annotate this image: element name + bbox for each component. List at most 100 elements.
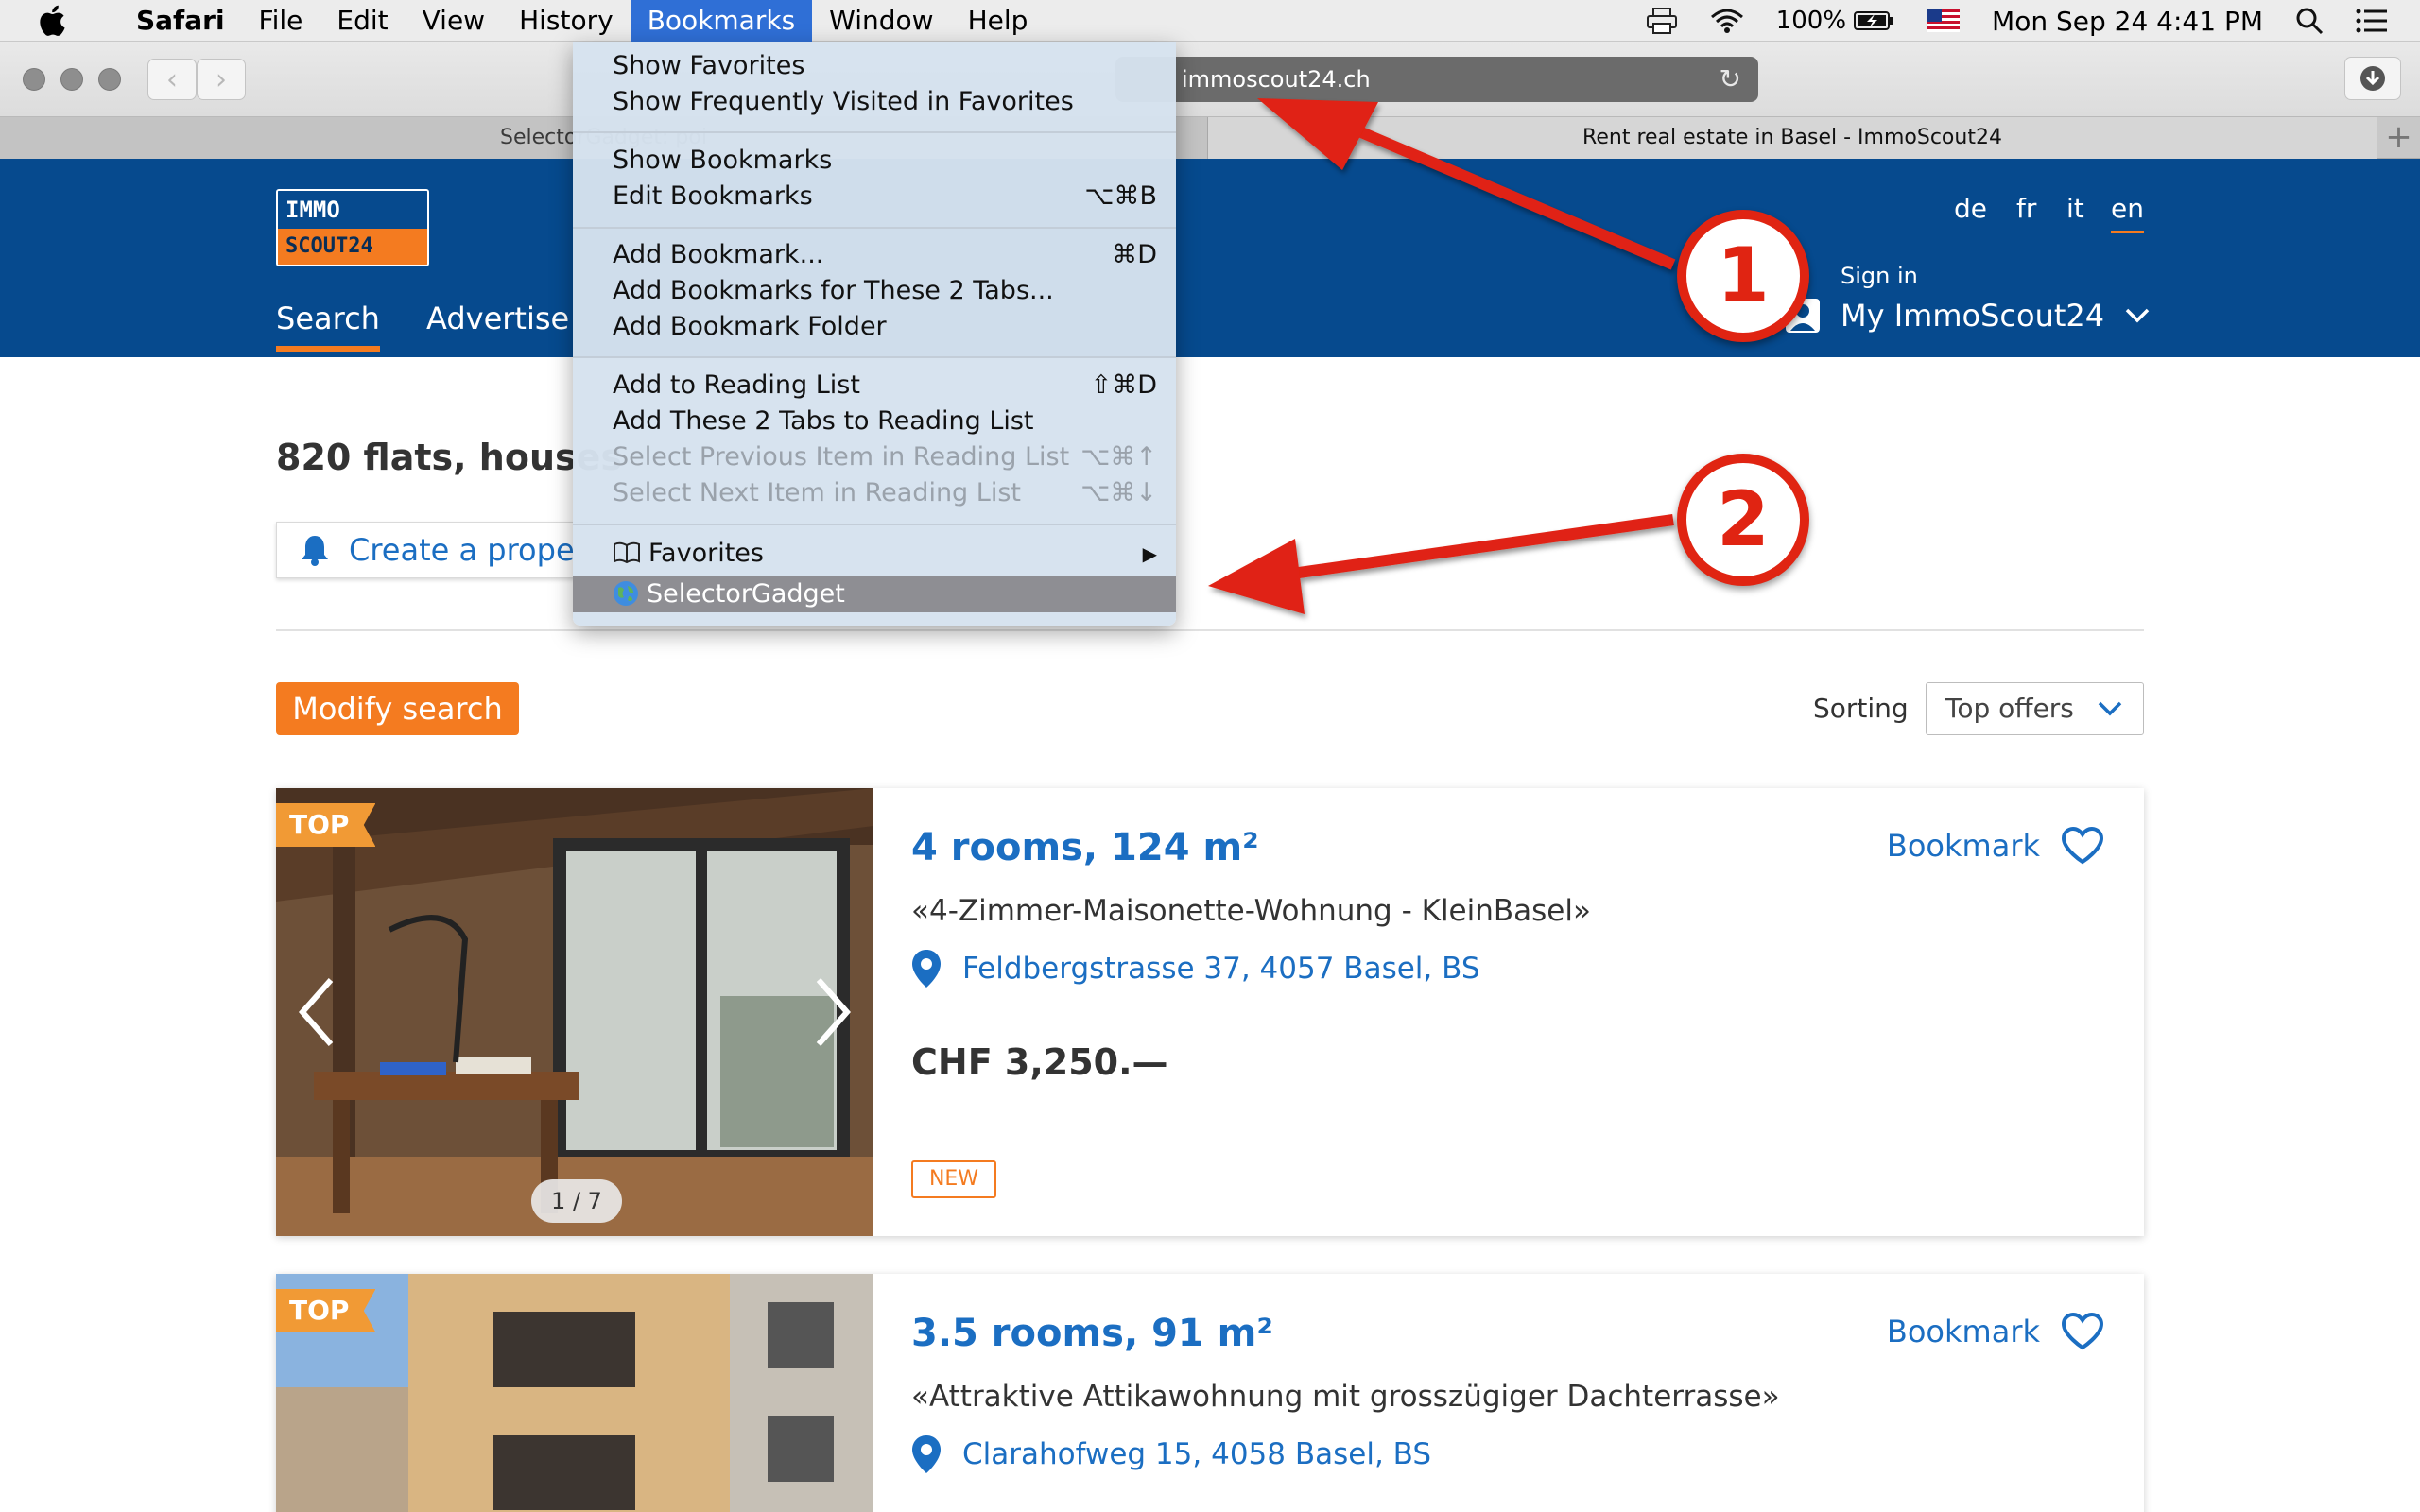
- menu-item-label: Select Next Item in Reading List: [613, 478, 1021, 507]
- sorting-select[interactable]: Top offers: [1926, 682, 2144, 735]
- battery-icon: [1854, 11, 1894, 30]
- menu-window[interactable]: Window: [812, 0, 950, 42]
- nav-advertise[interactable]: Advertise: [426, 301, 569, 336]
- new-tab-button[interactable]: +: [2377, 117, 2420, 159]
- printer-icon[interactable]: [1646, 7, 1678, 35]
- menu-item-shortcut: ⌥⌘↓: [1080, 478, 1157, 507]
- top-badge: TOP: [276, 803, 376, 847]
- address-text: Feldbergstrasse 37, 4057 Basel, BS: [962, 952, 1480, 986]
- menu-item-label: Select Previous Item in Reading List: [613, 442, 1070, 472]
- chevron-right-icon: ›: [216, 62, 227, 96]
- account-menu[interactable]: My ImmoScout24: [1784, 297, 2150, 335]
- annotation-callout-2: 2: [1677, 454, 1809, 586]
- menu-item-show-frequently-visited[interactable]: Show Frequently Visited in Favorites: [613, 85, 1157, 119]
- bookmark-button[interactable]: Bookmark: [1887, 826, 2104, 866]
- listing-title[interactable]: 3.5 rooms, 91 m²: [911, 1312, 1273, 1355]
- menu-edit[interactable]: Edit: [320, 0, 405, 42]
- nav-search[interactable]: Search: [276, 301, 380, 352]
- bookmark-button[interactable]: Bookmark: [1887, 1312, 2104, 1351]
- bookmarks-menu: Show Favorites Show Frequently Visited i…: [573, 42, 1176, 626]
- listing-card[interactable]: TOP 1 / 7 4 rooms, 124 m² «4-Zimmer-Mais…: [276, 788, 2144, 1236]
- us-flag-icon[interactable]: [1927, 9, 1961, 32]
- listing-address[interactable]: Feldbergstrasse 37, 4057 Basel, BS: [911, 949, 1480, 988]
- menu-history[interactable]: History: [502, 0, 631, 42]
- listing-photo-image: [276, 1274, 873, 1512]
- battery-status[interactable]: 100%: [1776, 7, 1895, 35]
- menu-item-show-bookmarks[interactable]: Show Bookmarks: [613, 144, 1157, 178]
- menu-item-shortcut: ⇧⌘D: [1090, 370, 1157, 400]
- bookmark-label: Bookmark: [1886, 828, 2040, 864]
- listing-photo[interactable]: TOP 1 / 7: [276, 788, 873, 1236]
- tab-title: Rent real estate in Basel - ImmoScout24: [1582, 126, 2002, 149]
- downloads-button[interactable]: [2344, 57, 2401, 100]
- photo-next-arrow-icon[interactable]: [809, 974, 856, 1050]
- apple-icon[interactable]: [36, 3, 72, 39]
- wifi-icon[interactable]: [1710, 8, 1744, 34]
- menu-separator: [573, 356, 1176, 358]
- spotlight-search-icon[interactable]: [2295, 7, 2324, 35]
- account-label: My ImmoScout24: [1841, 298, 2105, 334]
- reload-icon[interactable]: ↻: [1720, 57, 1741, 102]
- listing-title[interactable]: 4 rooms, 124 m²: [911, 826, 1259, 869]
- heart-icon: [2061, 1312, 2104, 1350]
- chevron-down-icon: [2125, 308, 2150, 323]
- menu-help[interactable]: Help: [951, 0, 1046, 42]
- menu-separator: [573, 524, 1176, 525]
- window-minimize-button[interactable]: [60, 68, 83, 91]
- menu-item-edit-bookmarks[interactable]: Edit Bookmarks ⌥⌘B: [613, 180, 1157, 214]
- status-area: 100% Mon Sep 24 4:41 PM: [1646, 0, 2420, 42]
- logo-top-text: IMMO: [278, 191, 427, 229]
- sorting-value: Top offers: [1945, 693, 2074, 724]
- listing-subtitle: «4-Zimmer-Maisonette-Wohnung - KleinBase…: [911, 894, 1591, 928]
- address-bar[interactable]: immoscout24.ch ↻: [1115, 57, 1758, 102]
- menu-app-safari[interactable]: Safari: [108, 0, 242, 42]
- menu-item-label: Add Bookmark...: [613, 240, 824, 269]
- menu-item-label: Edit Bookmarks: [613, 181, 813, 211]
- menu-item-add-bookmarks-for-tabs[interactable]: Add Bookmarks for These 2 Tabs...: [613, 274, 1157, 308]
- menu-item-label: Add Bookmarks for These 2 Tabs...: [613, 276, 1054, 305]
- clock[interactable]: Mon Sep 24 4:41 PM: [1992, 6, 2263, 37]
- heart-icon: [2061, 826, 2104, 865]
- window-close-button[interactable]: [23, 68, 45, 91]
- lang-it[interactable]: it: [2066, 193, 2084, 224]
- tab-immoscout[interactable]: Rent real estate in Basel - ImmoScout24: [1208, 117, 2377, 159]
- immoscout-logo[interactable]: IMMO SCOUT24: [276, 189, 429, 266]
- menu-view[interactable]: View: [406, 0, 502, 42]
- create-alert-button[interactable]: Create a prope: [276, 522, 588, 578]
- chevron-left-icon: ‹: [166, 62, 178, 96]
- top-badge: TOP: [276, 1289, 376, 1332]
- menu-item-selectorgadget[interactable]: SelectorGadget: [613, 577, 1157, 611]
- download-icon: [2360, 66, 2385, 91]
- menu-item-add-bookmark[interactable]: Add Bookmark... ⌘D: [613, 238, 1157, 272]
- menu-item-select-previous-reading: Select Previous Item in Reading List ⌥⌘↑: [613, 440, 1157, 474]
- sorting-label: Sorting: [1813, 693, 1909, 724]
- forward-button[interactable]: ›: [197, 59, 246, 100]
- listing-card[interactable]: TOP 3.5 rooms, 91 m² «Attraktive Attikaw…: [276, 1274, 2144, 1512]
- create-alert-label: Create a prope: [349, 532, 575, 568]
- lang-de[interactable]: de: [1954, 193, 1987, 224]
- modify-search-button[interactable]: Modify search: [276, 682, 519, 735]
- menu-item-shortcut: ⌘D: [1112, 240, 1157, 269]
- menu-item-add-to-reading-list[interactable]: Add to Reading List ⇧⌘D: [613, 369, 1157, 403]
- listing-photo[interactable]: TOP: [276, 1274, 873, 1512]
- window-zoom-button[interactable]: [98, 68, 121, 91]
- photo-prev-arrow-icon[interactable]: [293, 974, 340, 1050]
- listing-price: CHF 3,250.—: [911, 1041, 1168, 1083]
- listing-photo-image: [276, 788, 873, 1236]
- lang-fr[interactable]: fr: [2016, 193, 2036, 224]
- menu-bookmarks[interactable]: Bookmarks: [630, 0, 813, 42]
- listing-address[interactable]: Clarahofweg 15, 4058 Basel, BS: [911, 1435, 1431, 1474]
- menu-item-show-favorites[interactable]: Show Favorites: [613, 49, 1157, 83]
- menu-file[interactable]: File: [242, 0, 320, 42]
- lang-en[interactable]: en: [2111, 193, 2144, 233]
- menu-item-add-bookmark-folder[interactable]: Add Bookmark Folder: [613, 310, 1157, 344]
- menu-item-label: Favorites: [648, 539, 764, 568]
- logo-bottom-text: SCOUT24: [278, 229, 427, 265]
- back-button[interactable]: ‹: [147, 59, 197, 100]
- menu-item-favorites-submenu[interactable]: Favorites ▶: [613, 537, 1157, 571]
- notification-center-icon[interactable]: [2356, 9, 2388, 33]
- submenu-arrow-icon: ▶: [1142, 542, 1157, 565]
- battery-percent: 100%: [1775, 7, 1847, 35]
- menu-item-add-tabs-to-reading-list[interactable]: Add These 2 Tabs to Reading List: [613, 404, 1157, 438]
- globe-icon: [614, 581, 638, 606]
